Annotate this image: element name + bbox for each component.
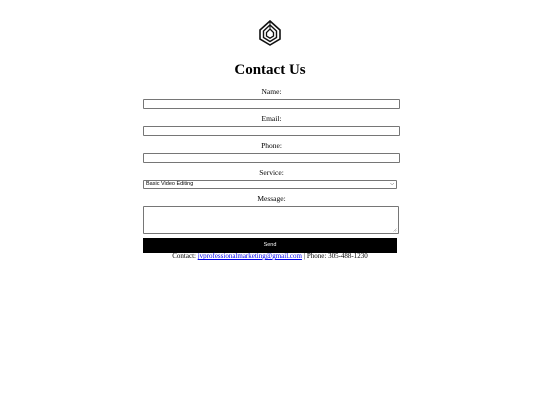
resize-grip-icon[interactable]	[393, 228, 397, 232]
contact-form: Name: Email: Phone: Service: Basic Video…	[143, 85, 400, 253]
footer-prefix: Contact:	[172, 252, 198, 260]
page-title: Contact Us	[234, 62, 306, 78]
service-label: Service:	[259, 168, 284, 177]
chevron-down-icon: ⌵	[390, 181, 394, 187]
email-label: Email:	[261, 114, 282, 123]
contact-footer: Contact: jvprofessionalmarketing@gmail.c…	[0, 251, 540, 261]
phone-label: Phone:	[261, 141, 282, 150]
name-label: Name:	[261, 87, 282, 96]
name-input[interactable]	[143, 99, 400, 109]
email-link[interactable]: jvprofessionalmarketing@gmail.com	[198, 252, 302, 260]
geometric-logo-icon	[259, 20, 281, 46]
page: Contact Us Name: Email: Phone: Service: …	[0, 0, 540, 405]
footer-separator: | Phone:	[301, 252, 329, 260]
phone-input[interactable]	[143, 153, 400, 163]
logo	[258, 20, 282, 46]
service-selected-value: Basic Video Editing	[146, 181, 194, 187]
message-textarea[interactable]	[143, 206, 399, 234]
service-select[interactable]: Basic Video Editing ⌵	[143, 180, 397, 189]
message-label: Message:	[257, 194, 286, 203]
footer-phone: 305-488-1230	[328, 252, 368, 260]
email-input[interactable]	[143, 126, 400, 136]
